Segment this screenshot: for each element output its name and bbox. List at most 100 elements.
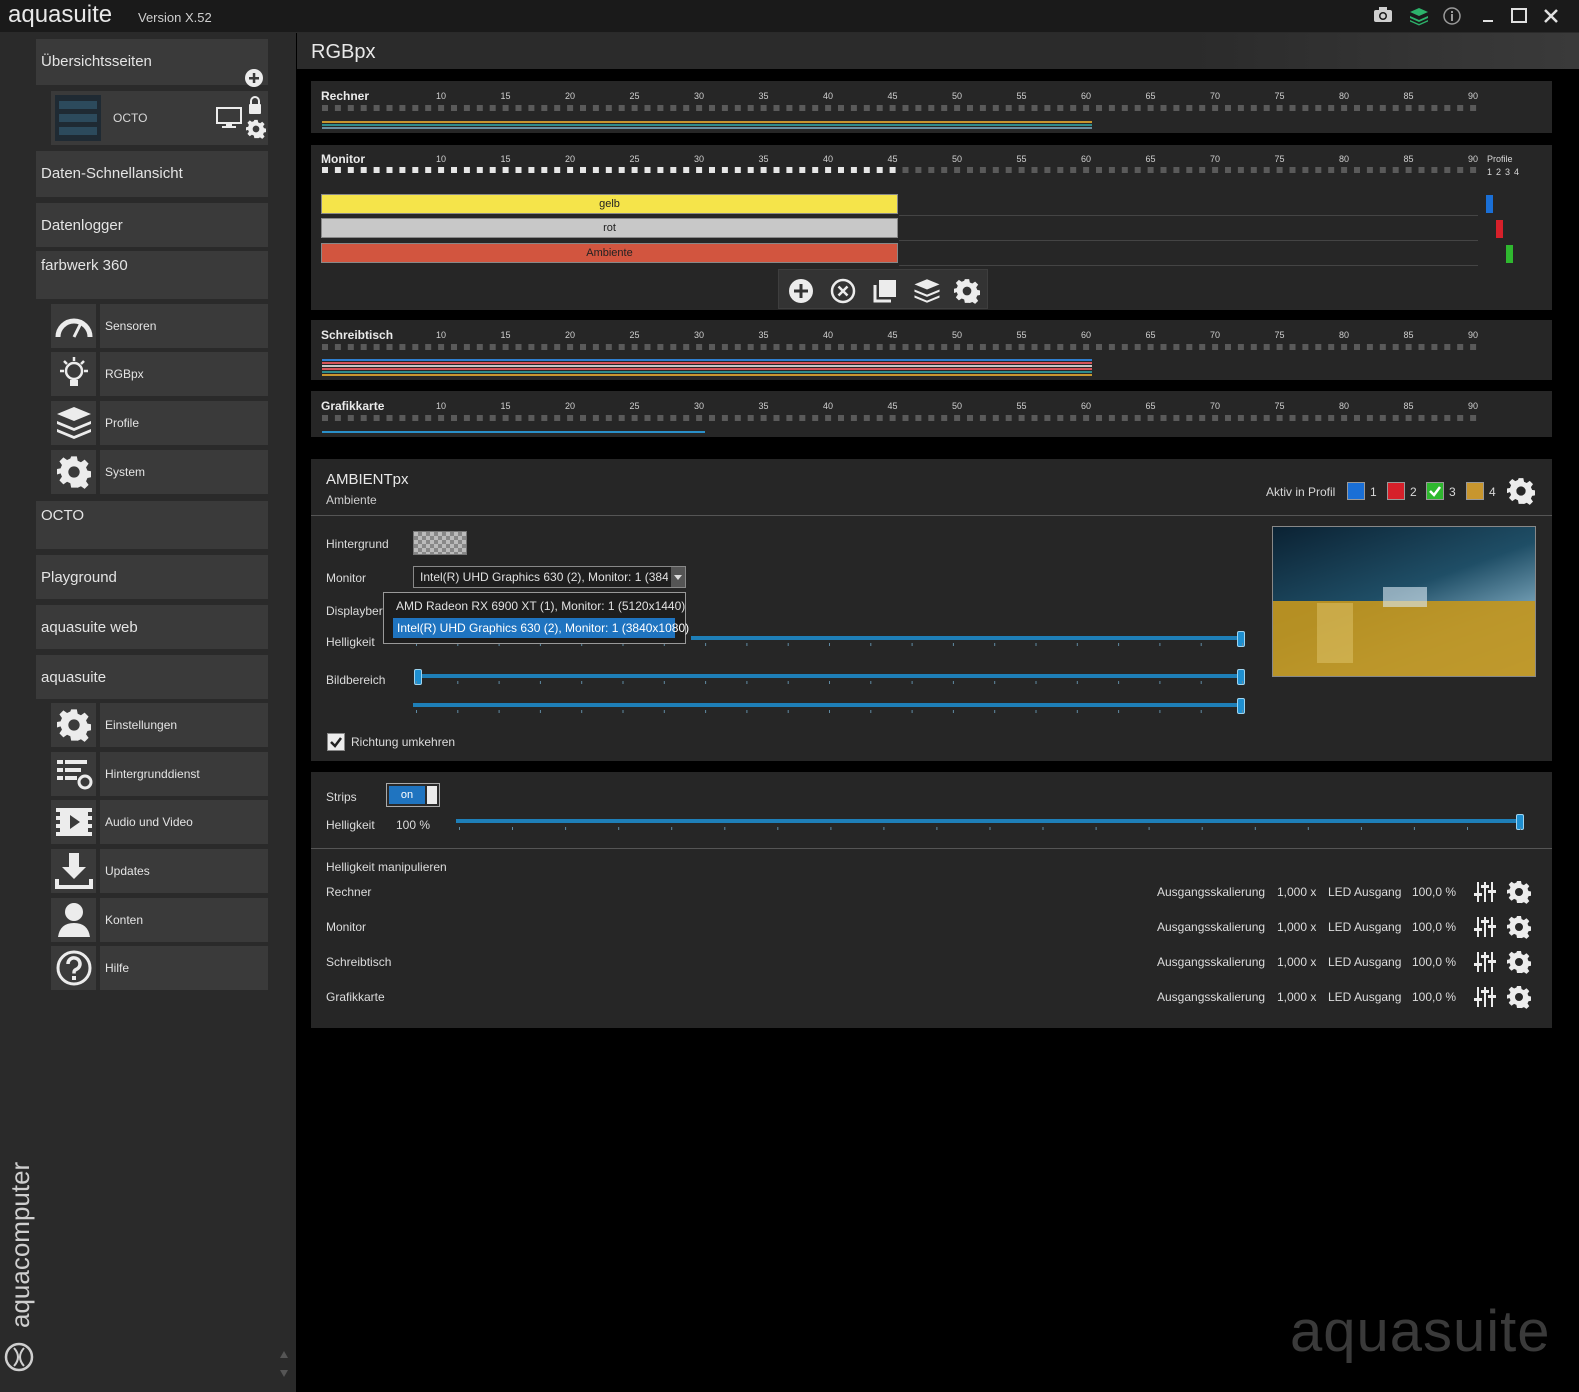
strip-grafikkarte[interactable]: Grafikkarte 10 15 20 25 30 35 40 45 50 55 60 65 70 75… (311, 391, 1552, 437)
profile-num: 1 (1370, 485, 1377, 499)
sidebar-item-updates[interactable]: Updates (100, 849, 268, 893)
add-layer-icon[interactable] (788, 278, 814, 304)
sidebar-item-playground[interactable]: Playground (36, 555, 268, 599)
gear-icon[interactable] (246, 119, 266, 139)
led-dots (322, 415, 1477, 421)
sidebar-item-profile[interactable]: Profile (100, 401, 268, 445)
sidebar-item-overview[interactable]: Übersichtsseiten (36, 39, 268, 88)
sidebar-item-label: Playground (41, 569, 117, 586)
tick-label: 35 (758, 401, 769, 411)
monitor-select[interactable]: Intel(R) UHD Graphics 630 (2), Monitor: … (413, 566, 686, 588)
layer-settings-gear-icon[interactable] (954, 278, 980, 304)
layers-icon[interactable] (1408, 6, 1430, 26)
strips-toggle[interactable]: on (386, 783, 440, 807)
sidebar-item-aquasuite-web[interactable]: aquasuite web (36, 605, 268, 649)
chevron-down-icon[interactable] (671, 567, 685, 587)
monitor-icon[interactable] (216, 107, 242, 129)
strip-name: Grafikkarte (321, 399, 385, 413)
sidebar-item-hintergrunddienst[interactable]: Hintergrunddienst (100, 752, 268, 796)
sidebar-item-system[interactable]: System (100, 450, 268, 494)
strip-name: Schreibtisch (321, 328, 394, 342)
sidebar-item-rgbpx[interactable]: RGBpx (100, 352, 268, 396)
add-icon[interactable] (244, 68, 264, 88)
tick-label: 30 (694, 154, 705, 164)
layer-rot[interactable]: rot (321, 218, 898, 238)
preview-window (1383, 587, 1427, 607)
background-color-swatch[interactable] (413, 531, 467, 555)
sidebar-item-audio-video[interactable]: Audio und Video (100, 800, 268, 844)
sidebar-item-datalogger[interactable]: Datenlogger (36, 203, 268, 247)
download-icon (51, 849, 96, 893)
tick-label: 75 (1274, 154, 1285, 164)
helligkeit-slider-track[interactable] (691, 636, 1241, 640)
lock-icon[interactable] (247, 95, 263, 115)
strip-rechner[interactable]: Rechner 10 15 20 25 30 35 40 45 50 55 60 65 70 75 80 85… (311, 81, 1552, 133)
bildbereich-vertical-slider-track[interactable] (413, 703, 1241, 707)
bulb-icon (51, 352, 96, 396)
dropdown-option-selected[interactable]: Intel(R) UHD Graphics 630 (2), Monitor: … (393, 618, 689, 638)
tick-label: 75 (1274, 330, 1285, 340)
remove-layer-icon[interactable] (830, 278, 856, 304)
led-line-red-2 (322, 368, 1092, 370)
sidebar-item-farbwerk[interactable]: farbwerk 360 (36, 251, 268, 299)
sliders-icon[interactable] (1473, 881, 1497, 903)
minimize-icon[interactable] (1477, 6, 1499, 26)
layer-gelb[interactable]: gelb (321, 194, 898, 214)
sidebar-item-label: Übersichtsseiten (41, 53, 152, 70)
strips-helligkeit-label: Helligkeit (326, 818, 375, 832)
slider-ticks (416, 681, 1243, 684)
strip-monitor[interactable]: Monitor 10 15 20 25 30 35 40 45 50 55 60 65 70 75 80 85… (311, 145, 1552, 310)
monitor-dropdown-list: AMD Radeon RX 6900 XT (1), Monitor: 1 (5… (383, 592, 689, 644)
slider-ticks (459, 827, 1521, 830)
strips-helligkeit-slider-track[interactable] (456, 819, 1519, 823)
tick-label: 35 (758, 91, 769, 101)
sliders-icon[interactable] (1473, 916, 1497, 938)
maximize-icon[interactable] (1508, 6, 1530, 26)
camera-icon[interactable] (1372, 6, 1394, 26)
sliders-icon[interactable] (1473, 986, 1497, 1008)
sidebar-item-aquasuite[interactable]: aquasuite (36, 655, 268, 699)
copy-layer-icon[interactable] (872, 278, 898, 304)
sidebar-item-konten[interactable]: Konten (100, 898, 268, 942)
app-version: Version X.52 (138, 10, 212, 25)
sidebar-item-label: RGBpx (105, 367, 144, 381)
sidebar-item-hilfe[interactable]: Hilfe (100, 946, 268, 990)
tick-label: 70 (1210, 401, 1221, 411)
sidebar-item-label: Audio und Video (105, 815, 193, 829)
dropdown-option[interactable]: AMD Radeon RX 6900 XT (1), Monitor: 1 (5… (396, 599, 685, 613)
profile-checkbox-3[interactable] (1426, 482, 1444, 500)
close-icon[interactable] (1540, 6, 1562, 26)
row-settings-gear-icon[interactable] (1507, 985, 1531, 1009)
sidebar-item-label: Datenlogger (41, 217, 123, 234)
tick-label: 35 (758, 330, 769, 340)
row-settings-gear-icon[interactable] (1507, 950, 1531, 974)
tick-label: 10 (436, 154, 447, 164)
help-icon (51, 946, 96, 990)
info-icon[interactable] (1441, 6, 1463, 26)
overview-page-octo[interactable]: OCTO (51, 91, 268, 145)
sidebar-item-label: Hilfe (105, 961, 130, 975)
reverse-checkbox[interactable] (327, 733, 345, 751)
led-line-red (322, 362, 1092, 364)
led-line-orange (322, 121, 1092, 123)
ambient-settings-gear-icon[interactable] (1507, 477, 1535, 505)
profile-checkbox-2[interactable] (1387, 482, 1405, 500)
tick-label: 80 (1339, 330, 1350, 340)
layers-stack-icon[interactable] (913, 277, 941, 305)
row-settings-gear-icon[interactable] (1507, 880, 1531, 904)
sidebar-item-einstellungen[interactable]: Einstellungen (100, 703, 268, 747)
row-settings-gear-icon[interactable] (1507, 915, 1531, 939)
sidebar-item-octo[interactable]: OCTO (36, 501, 268, 549)
profile-checkbox-1[interactable] (1347, 482, 1365, 500)
sliders-icon[interactable] (1473, 951, 1497, 973)
layer-ambiente[interactable]: Ambiente (321, 243, 898, 263)
scroll-arrows-icon[interactable] (279, 1349, 289, 1379)
strip-schreibtisch[interactable]: Schreibtisch 10 15 20 25 30 35 40 45 50 55 60 65 70 7… (311, 320, 1552, 380)
sidebar-item-sensoren[interactable]: Sensoren (100, 304, 268, 348)
tick-label: 35 (758, 154, 769, 164)
profile-checkbox-4[interactable] (1466, 482, 1484, 500)
led-line-teal (322, 124, 1092, 126)
sidebar-item-quick-view[interactable]: Daten-Schnellansicht (36, 151, 268, 197)
tick-label: 40 (823, 154, 834, 164)
bildbereich-slider-track[interactable] (418, 674, 1241, 678)
